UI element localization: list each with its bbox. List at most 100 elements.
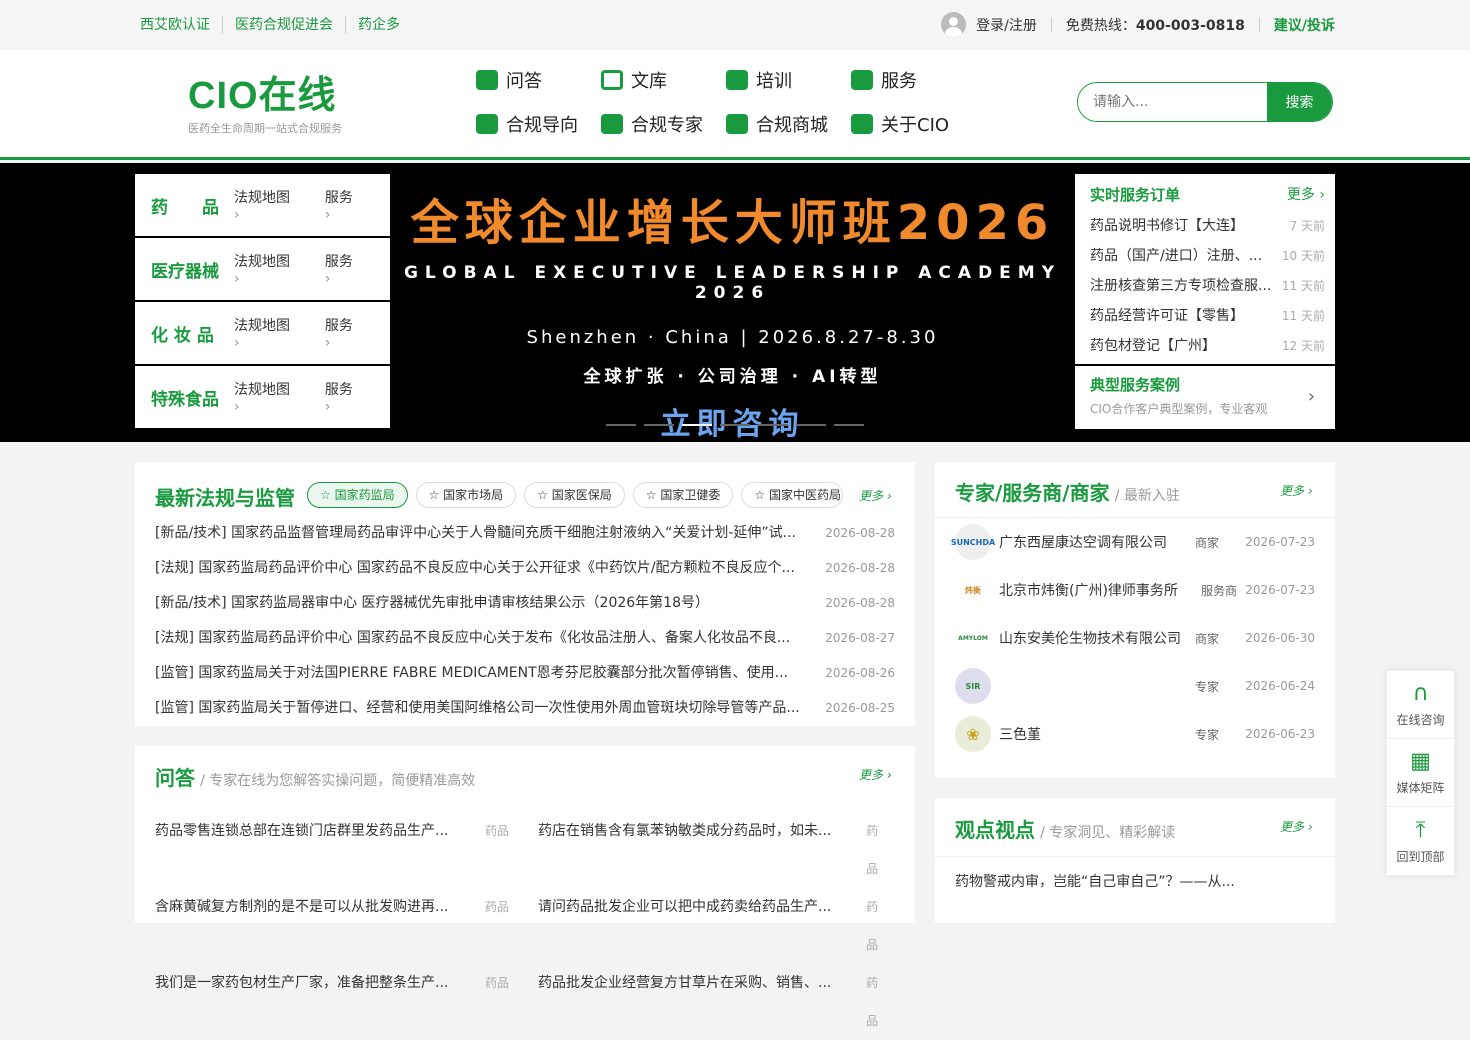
category-map-link[interactable]: 法规地图: [234, 251, 295, 287]
top-link-association[interactable]: 医药合规促进会: [222, 16, 345, 34]
views-more-link[interactable]: 更多 ›: [1280, 818, 1313, 835]
orders-more-link[interactable]: 更多 ›: [1287, 184, 1325, 205]
nav-label: 服务: [881, 71, 917, 92]
news-item[interactable]: [法规] 国家药监局药品评价中心 国家药品不良反应中心关于公开征求《中药饮片/配…: [155, 551, 895, 586]
tab-nhc[interactable]: 国家卫健委: [632, 482, 734, 508]
float-label: 回到顶部: [1396, 849, 1445, 864]
search-input[interactable]: [1078, 83, 1267, 121]
nav-item-library[interactable]: 文库: [601, 68, 726, 92]
service-icon: [851, 70, 873, 90]
category-map-link[interactable]: 法规地图: [234, 379, 295, 415]
category-map-link[interactable]: 法规地图: [234, 315, 295, 351]
qa-item[interactable]: 我们是一家药包材生产厂家，准备把整条生产... 药品: [155, 964, 538, 1040]
qa-list: 药品零售连锁总部在连锁门店群里发药品生产... 药品 药店在销售含有氯苯钠敏类成分…: [155, 812, 890, 1040]
category-service-link[interactable]: 服务: [325, 251, 360, 287]
expert-row[interactable]: ❀ 三色堇 专家 2026-06-23: [935, 710, 1335, 758]
order-row[interactable]: 药品（国产/进口）注册、... 10 天前: [1090, 241, 1325, 271]
order-row[interactable]: 药品经营许可证【零售】 11 天前: [1090, 301, 1325, 331]
category-drugs[interactable]: 药 品法规地图服务: [135, 174, 390, 236]
carousel-dot[interactable]: [606, 424, 636, 426]
qa-item[interactable]: 药品零售连锁总部在连锁门店群里发药品生产... 药品: [155, 812, 538, 888]
order-row[interactable]: 药品说明书修订【大连】 7 天前: [1090, 211, 1325, 241]
orders-title: 实时服务订单: [1090, 186, 1181, 204]
expert-row[interactable]: SIR 专家 2026-06-24: [935, 662, 1335, 710]
expert-name: 广东西屋康达空调有限公司: [999, 535, 1167, 551]
tab-samr[interactable]: 国家市场局: [415, 482, 517, 508]
tab-natcm[interactable]: 国家中医药局: [741, 482, 844, 508]
news-date: 2026-08-25: [825, 701, 895, 715]
category-map-link[interactable]: 法规地图: [234, 187, 295, 223]
nav-item-guide[interactable]: 合规导向: [476, 112, 601, 136]
expert-date: 2026-06-23: [1245, 727, 1315, 741]
experts-more-link[interactable]: 更多 ›: [1280, 482, 1313, 499]
order-time: 11 天前: [1281, 279, 1325, 293]
carousel-dot[interactable]: [758, 424, 788, 426]
logo-text: CIO在线: [188, 75, 337, 117]
tab-nhsa[interactable]: 国家医保局: [524, 482, 625, 508]
nav-item-training[interactable]: 培训: [726, 68, 851, 92]
qa-item[interactable]: 含麻黄碱复方制剂的是不是可以从批发购进再... 药品: [155, 888, 538, 964]
hero-slide[interactable]: 全球企业增长大师班2026 GLOBAL EXECUTIVE LEADERSHI…: [390, 163, 1075, 442]
site-logo[interactable]: CIO在线 医药全生命周期一站式合规服务: [188, 76, 342, 136]
logo-subtitle: 医药全生命周期一站式合规服务: [188, 122, 342, 135]
qa-more-link[interactable]: 更多 ›: [859, 766, 892, 783]
category-service-link[interactable]: 服务: [325, 379, 360, 415]
feedback-link[interactable]: 建议/投诉: [1274, 15, 1335, 35]
news-more-link[interactable]: 更多 ›: [859, 487, 892, 504]
media-matrix-button[interactable]: ▦ 媒体矩阵: [1387, 739, 1454, 807]
carousel-dot[interactable]: [720, 424, 750, 426]
chevron-right-icon: ›: [1307, 386, 1315, 407]
news-tabs: 国家药监局 国家市场局 国家医保局 国家卫健委 国家中医药局: [307, 482, 844, 508]
about-icon: [851, 114, 873, 134]
expert-row[interactable]: AMYLOM 山东安美伦生物技术有限公司 商家 2026-06-30: [935, 614, 1335, 662]
order-row[interactable]: 药包材登记【广州】 12 天前: [1090, 331, 1325, 361]
category-cosmetics[interactable]: 化 妆 品法规地图服务: [135, 302, 390, 364]
news-item[interactable]: [新品/技术] 国家药品监督管理局药品审评中心关于人骨髓间充质干细胞注射液纳入“…: [155, 516, 895, 551]
top-link-yaoqiduo[interactable]: 药企多: [345, 16, 412, 34]
search-button[interactable]: 搜索: [1267, 83, 1332, 121]
category-devices[interactable]: 医疗器械法规地图服务: [135, 238, 390, 300]
top-link-cio-cert[interactable]: 西艾欧认证: [140, 16, 222, 34]
news-date: 2026-08-27: [825, 631, 895, 645]
back-to-top-button[interactable]: ⤒ 回到顶部: [1387, 807, 1454, 875]
expert-row[interactable]: 炜衡 北京市炜衡(广州)律师事务所 服务商 2026-07-23: [935, 566, 1335, 614]
nav-item-mall[interactable]: 合规商城: [726, 112, 851, 136]
qa-header: 问答 / 专家在线为您解答实操问题，简便精准高效: [155, 762, 475, 791]
news-item[interactable]: [监管] 国家药监局关于对法国PIERRE FABRE MEDICAMENT恩考…: [155, 656, 895, 691]
order-time: 10 天前: [1281, 249, 1325, 263]
carousel-dot-active[interactable]: [682, 424, 712, 426]
order-row[interactable]: 注册核查第三方专项检查服... 11 天前: [1090, 271, 1325, 301]
login-link[interactable]: 登录/注册: [976, 15, 1037, 35]
qa-item[interactable]: 药品批发企业经营复方甘草片在采购、销售、... 药品: [538, 964, 890, 1040]
qa-category: 药品: [866, 900, 879, 952]
category-service-link[interactable]: 服务: [325, 315, 360, 351]
expert-avatar: SIR: [955, 668, 991, 704]
nav-item-qa[interactable]: 问答: [476, 68, 601, 92]
carousel-dot[interactable]: [644, 424, 674, 426]
nav-item-about[interactable]: 关于CIO: [851, 112, 976, 136]
order-time: 11 天前: [1281, 309, 1325, 323]
hero-cta[interactable]: 立即咨询: [390, 399, 1075, 443]
user-avatar-icon[interactable]: [941, 12, 967, 37]
qa-item[interactable]: 药店在销售含有氯苯钠敏类成分药品时，如未... 药品: [538, 812, 890, 888]
views-item[interactable]: 药物警戒内审，岂能“自己审自己”？——从...: [935, 856, 1335, 905]
nav-item-expert[interactable]: 合规专家: [601, 112, 726, 136]
expert-row[interactable]: SUNCHDA 广东西屋康达空调有限公司 商家 2026-07-23: [935, 518, 1335, 566]
top-bar: 西艾欧认证 医药合规促进会 药企多 登录/注册 免费热线：400-003-081…: [0, 0, 1470, 50]
news-item[interactable]: [法规] 国家药监局药品评价中心 国家药品不良反应中心关于发布《化妆品注册人、备…: [155, 621, 895, 656]
category-special-food[interactable]: 特殊食品法规地图服务: [135, 366, 390, 428]
expert-name: 北京市炜衡(广州)律师事务所: [999, 583, 1178, 599]
qa-item[interactable]: 请问药品批发企业可以把中成药卖给药品生产... 药品: [538, 888, 890, 964]
news-item[interactable]: [新品/技术] 国家药监局器审中心 医疗器械优先审批申请审核结果公示（2026年…: [155, 586, 895, 621]
carousel-dot[interactable]: [834, 424, 864, 426]
category-service-link[interactable]: 服务: [325, 187, 360, 223]
guide-icon: [476, 114, 498, 134]
tab-nmpa[interactable]: 国家药监局: [307, 482, 408, 508]
service-cases[interactable]: 典型服务案例 CIO合作客户典型案例，专业客观 ›: [1075, 366, 1335, 429]
news-text: [法规] 国家药监局药品评价中心 国家药品不良反应中心关于公开征求《中药饮片/配…: [155, 560, 795, 576]
nav-label: 合规商城: [756, 115, 828, 136]
carousel-dot[interactable]: [796, 424, 826, 426]
online-consult-button[interactable]: ∩ 在线咨询: [1387, 671, 1454, 739]
news-item[interactable]: [监管] 国家药监局关于暂停进口、经营和使用美国阿维格公司一次性使用外周血管斑块…: [155, 691, 895, 726]
nav-item-service[interactable]: 服务: [851, 68, 976, 92]
